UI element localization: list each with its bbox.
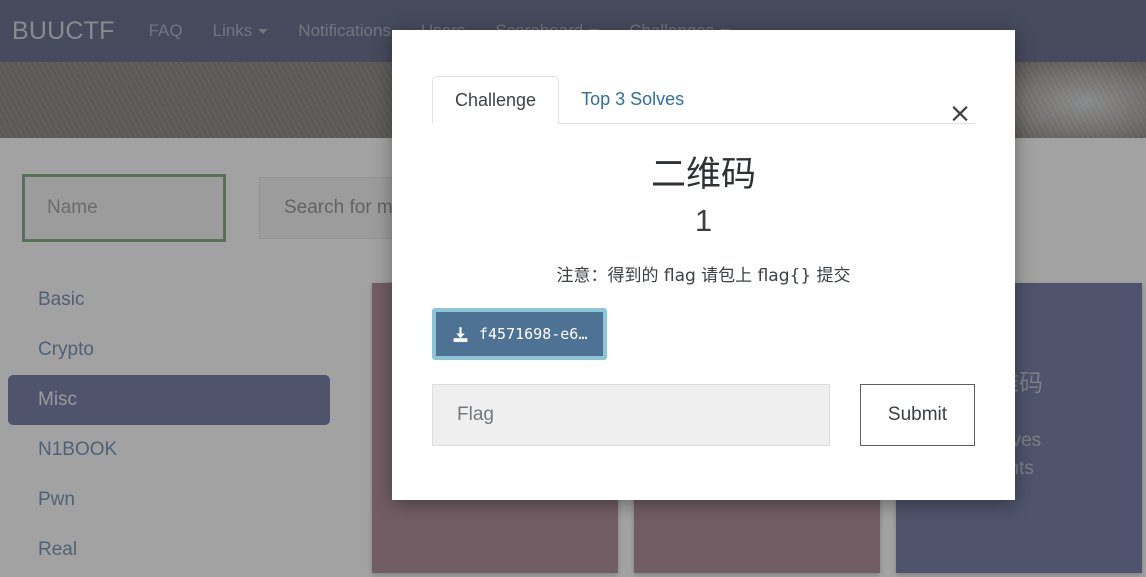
download-attachment-button[interactable]: f4571698-e6… (436, 312, 604, 356)
flag-input-placeholder: Flag (457, 404, 494, 425)
tab-challenge[interactable]: Challenge (432, 76, 560, 124)
challenge-description: 注意：得到的 flag 请包上 flag{} 提交 (556, 266, 851, 286)
close-icon[interactable]: × (947, 100, 973, 128)
download-button-focus-ring: f4571698-e6… (432, 308, 608, 360)
download-file-name: f4571698-e6… (479, 325, 588, 343)
submit-button-label: Submit (887, 404, 948, 425)
challenge-point-value: 1 (694, 203, 713, 238)
tab-top-3-solves[interactable]: Top 3 Solves (559, 75, 706, 123)
flag-submit-row: Flag Submit (432, 384, 975, 446)
tab-label: Top 3 Solves (581, 88, 685, 109)
download-icon (453, 326, 468, 342)
screen: BUUCTF FAQ Links Notifications Users Sco… (0, 0, 1146, 577)
modal-tabs: Challenge Top 3 Solves (432, 75, 975, 124)
challenge-modal: Challenge Top 3 Solves × 二维码 1 注意：得到的 fl… (392, 30, 1015, 500)
flag-input[interactable]: Flag (432, 384, 830, 446)
tab-label: Challenge (455, 89, 537, 110)
challenge-title: 二维码 (650, 155, 756, 195)
submit-button[interactable]: Submit (860, 384, 975, 446)
